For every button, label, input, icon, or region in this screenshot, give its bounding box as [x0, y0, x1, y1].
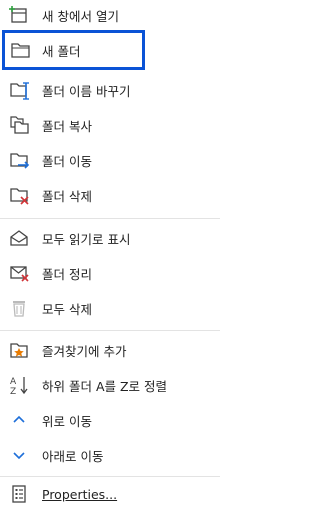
- menu-item-mark-all-read[interactable]: 모두 읽기로 표시: [0, 223, 220, 253]
- menu-item-label: 즐겨찾기에 추가: [42, 343, 127, 359]
- menu-item-properties[interactable]: Properties...: [0, 479, 220, 509]
- menu-item-label: 폴더 이름 바꾸기: [42, 83, 131, 99]
- menu-item-label: 모두 삭제: [42, 301, 92, 317]
- menu-item-label: 폴더 삭제: [42, 188, 92, 204]
- properties-icon: [9, 484, 31, 504]
- svg-text:Z: Z: [10, 387, 16, 395]
- menu-item-label: 하위 폴더 A를 Z로 정렬: [42, 378, 168, 394]
- menu-item-rename-folder[interactable]: 폴더 이름 바꾸기: [0, 75, 220, 105]
- open-new-window-icon: [9, 5, 31, 25]
- menu-item-label: 위로 이동: [42, 413, 92, 429]
- svg-text:A: A: [10, 377, 17, 387]
- menu-item-add-to-favorites[interactable]: 즐겨찾기에 추가: [0, 335, 220, 365]
- menu-item-label: 폴더 정리: [42, 266, 92, 282]
- menu-item-move-down[interactable]: 아래로 이동: [0, 440, 220, 470]
- menu-separator: [0, 476, 220, 477]
- menu-item-delete-folder[interactable]: 폴더 삭제: [0, 180, 220, 210]
- menu-item-label: 아래로 이동: [42, 448, 104, 464]
- menu-item-open-new-window[interactable]: 새 창에서 열기: [0, 0, 220, 30]
- menu-item-new-folder[interactable]: 새 폴더: [2, 30, 145, 70]
- menu-item-label: 새 창에서 열기: [42, 8, 119, 24]
- menu-item-label: 폴더 이동: [42, 153, 92, 169]
- rename-folder-icon: [9, 80, 31, 100]
- menu-item-copy-folder[interactable]: 폴더 복사: [0, 110, 220, 140]
- menu-item-label: 폴더 복사: [42, 118, 92, 134]
- menu-separator: [0, 218, 220, 219]
- menu-item-label: Properties...: [42, 486, 118, 502]
- menu-item-move-up[interactable]: 위로 이동: [0, 405, 220, 435]
- menu-item-clean-up-folder[interactable]: 폴더 정리: [0, 258, 220, 288]
- menu-separator: [0, 330, 220, 331]
- delete-folder-icon: [9, 185, 31, 205]
- move-folder-icon: [9, 150, 31, 170]
- folder-context-menu: 새 창에서 열기 새 폴더 폴더 이름 바꾸기 폴더 복사 폴더 이동 폴더 삭…: [0, 0, 220, 508]
- sort-az-icon: A Z: [9, 375, 31, 397]
- menu-item-label: 모두 읽기로 표시: [42, 231, 131, 247]
- chevron-down-icon: [9, 445, 31, 465]
- delete-all-icon: [9, 298, 31, 318]
- menu-item-label: 새 폴더: [42, 43, 81, 59]
- clean-up-folder-icon: [9, 263, 31, 283]
- menu-item-move-folder[interactable]: 폴더 이동: [0, 145, 220, 175]
- menu-item-sort-az[interactable]: A Z 하위 폴더 A를 Z로 정렬: [0, 370, 220, 400]
- new-folder-icon: [10, 40, 32, 60]
- add-to-favorites-icon: [9, 340, 31, 360]
- chevron-up-icon: [9, 410, 31, 430]
- mark-all-read-icon: [9, 228, 31, 248]
- copy-folder-icon: [9, 115, 31, 135]
- menu-item-delete-all[interactable]: 모두 삭제: [0, 293, 220, 323]
